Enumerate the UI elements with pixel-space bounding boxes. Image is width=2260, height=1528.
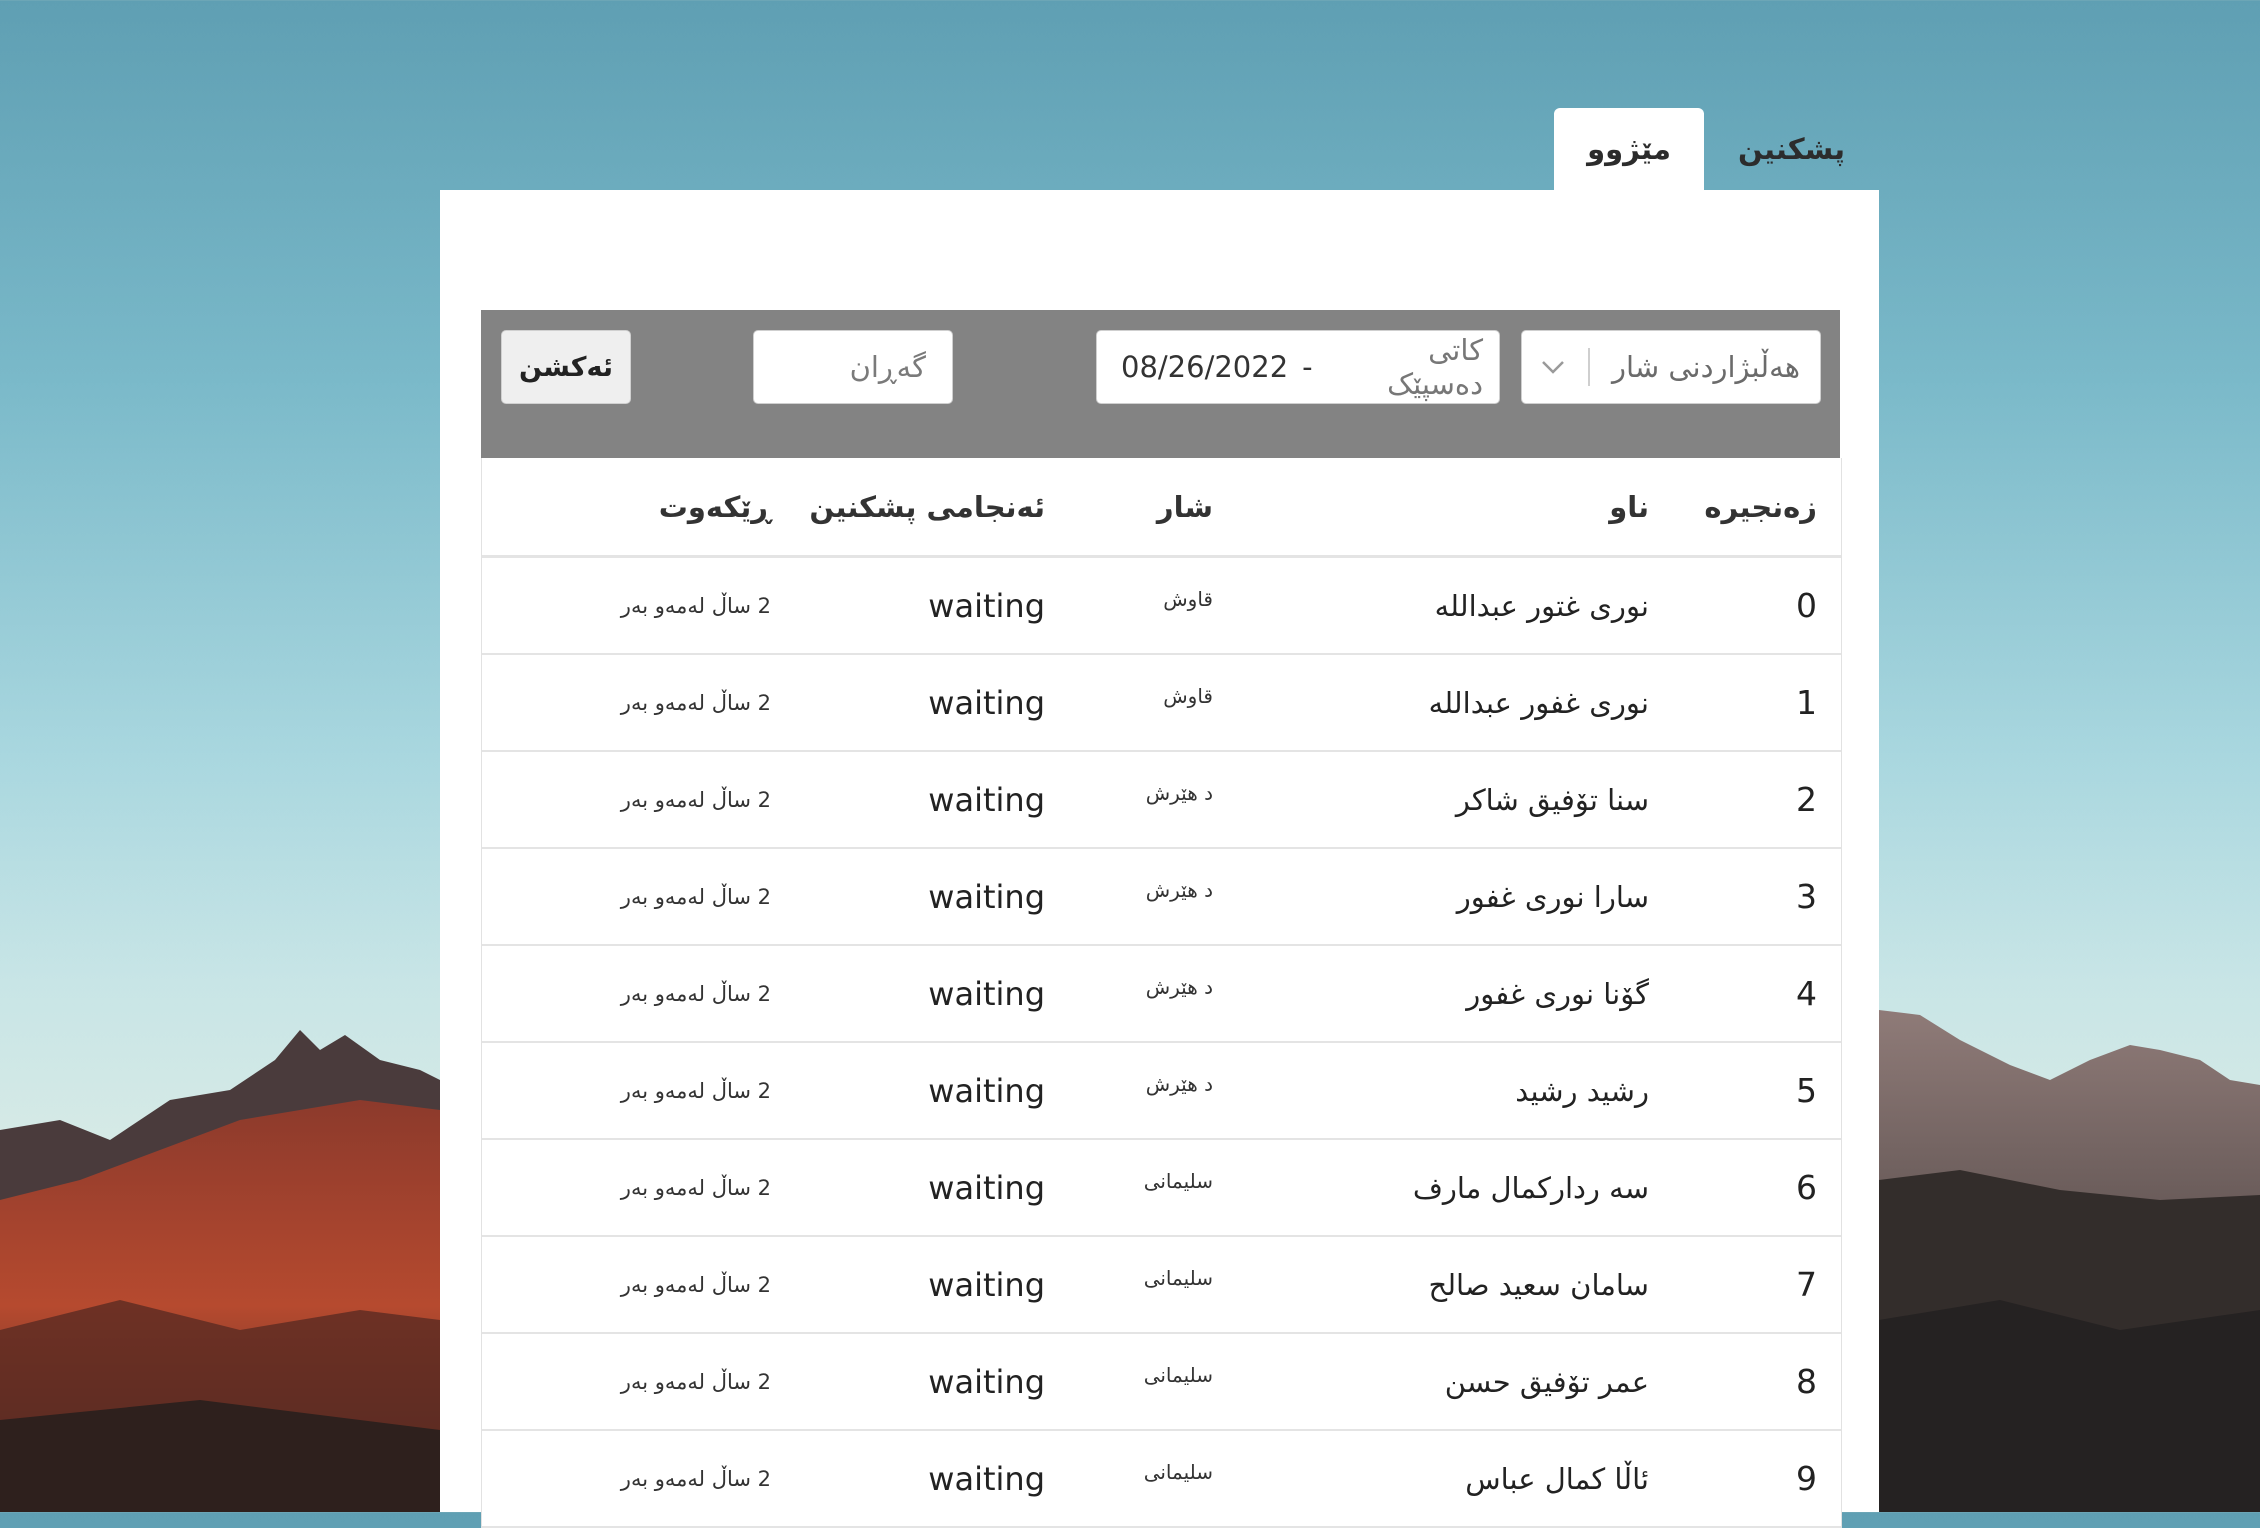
table-row[interactable]: 9 ئاڵا کمال عباس سلیمانی waiting 2 ساڵ لەمەو… [482, 1431, 1841, 1528]
date-separator: - [1302, 350, 1313, 384]
table-row[interactable]: 6 سه ردارکمال مارف سلیمانی waiting 2 ساڵ لەم… [482, 1140, 1841, 1237]
row-city: سلیمانی [1143, 1265, 1213, 1290]
row-index: 3 [1796, 877, 1817, 916]
row-index: 4 [1796, 974, 1817, 1013]
row-city-result: سلیمانی waiting [783, 1363, 1213, 1401]
row-city: قاوش [1163, 586, 1213, 611]
row-name: سارا نوری غفور [1456, 879, 1649, 914]
action-button[interactable]: ئەکشن [501, 330, 631, 404]
row-date: 2 ساڵ لەمەو بەر [620, 1272, 771, 1297]
row-date: 2 ساڵ لەمەو بەر [620, 690, 771, 715]
table-row[interactable]: 0 نوری غتور عبداللە قاوش waiting 2 ساڵ لەمەو… [482, 558, 1841, 655]
tab-bar: پشکنین مێژوو [1554, 108, 1879, 190]
row-index: 8 [1796, 1362, 1817, 1401]
row-city: سلیمانی [1143, 1459, 1213, 1484]
row-index: 5 [1796, 1071, 1817, 1110]
table-row[interactable]: 7 سامان سعید صالح سلیمانی waiting 2 ساڵ لەمە… [482, 1237, 1841, 1334]
table-row[interactable]: 8 عمر تۆفیق حسن سلیمانی waiting 2 ساڵ لەمەو … [482, 1334, 1841, 1431]
row-city: سلیمانی [1143, 1168, 1213, 1193]
filter-toolbar: هەڵبژاردنی شار 08/26/2022 - کاتی دەسپێک … [481, 310, 1840, 458]
header-index: زەنجیرە [1704, 489, 1817, 524]
row-name: سنا تۆفیق شاکر [1455, 782, 1649, 817]
row-result: waiting [928, 877, 1045, 916]
row-index: 7 [1796, 1265, 1817, 1304]
history-table: زەنجیرە ناو شار ئەنجامی پشکنین ڕێکەوت 0 ن… [481, 458, 1842, 1528]
row-city-result: د هێرش waiting [783, 781, 1213, 819]
row-city-result: د هێرش waiting [783, 975, 1213, 1013]
row-result: waiting [928, 586, 1045, 625]
row-city-result: سلیمانی waiting [783, 1460, 1213, 1498]
row-name: ئاڵا کمال عباس [1465, 1461, 1649, 1496]
header-result: ئەنجامی پشکنین [809, 489, 1045, 524]
search-field[interactable] [753, 330, 953, 404]
row-date: 2 ساڵ لەمەو بەر [620, 884, 771, 909]
row-name: نوری غفور عبداللە [1428, 685, 1649, 720]
row-result: waiting [928, 683, 1045, 722]
table-row[interactable]: 5 رشید رشید د هێرش waiting 2 ساڵ لەمەو بەر [482, 1043, 1841, 1140]
row-city-result: قاوش waiting [783, 587, 1213, 625]
date-range-picker[interactable]: 08/26/2022 - کاتی دەسپێک [1096, 330, 1500, 404]
row-result: waiting [928, 1168, 1045, 1207]
row-city-result: سلیمانی waiting [783, 1266, 1213, 1304]
row-date: 2 ساڵ لەمەو بەر [620, 981, 771, 1006]
row-index: 1 [1796, 683, 1817, 722]
table-header-row: زەنجیرە ناو شار ئەنجامی پشکنین ڕێکەوت [482, 458, 1841, 558]
row-name: عمر تۆفیق حسن [1444, 1364, 1649, 1399]
row-city: د هێرش [1145, 780, 1213, 805]
header-city-result: شار ئەنجامی پشکنین [783, 490, 1213, 524]
row-index: 0 [1796, 586, 1817, 625]
row-result: waiting [928, 1362, 1045, 1401]
row-city-result: سلیمانی waiting [783, 1169, 1213, 1207]
date-end-value: 08/26/2022 [1121, 350, 1289, 384]
row-result: waiting [928, 780, 1045, 819]
header-city: شار [1156, 489, 1213, 524]
row-result: waiting [928, 1459, 1045, 1498]
city-select[interactable]: هەڵبژاردنی شار [1521, 330, 1821, 404]
row-date: 2 ساڵ لەمەو بەر [620, 1466, 771, 1491]
row-city: سلیمانی [1143, 1362, 1213, 1387]
row-date: 2 ساڵ لەمەو بەر [620, 787, 771, 812]
row-city-result: د هێرش waiting [783, 878, 1213, 916]
row-index: 2 [1796, 780, 1817, 819]
row-city: د هێرش [1145, 1071, 1213, 1096]
row-city-result: د هێرش waiting [783, 1072, 1213, 1110]
row-name: گۆنا نوری غفور [1466, 976, 1649, 1011]
row-date: 2 ساڵ لەمەو بەر [620, 593, 771, 618]
row-date: 2 ساڵ لەمەو بەر [620, 1078, 771, 1103]
row-city-result: قاوش waiting [783, 684, 1213, 722]
row-name: سامان سعید صالح [1428, 1267, 1649, 1302]
city-select-placeholder: هەڵبژاردنی شار [1611, 350, 1800, 384]
row-result: waiting [928, 1071, 1045, 1110]
tab-history[interactable]: مێژوو [1554, 108, 1704, 190]
select-divider [1588, 348, 1590, 386]
row-date: 2 ساڵ لەمەو بەر [620, 1369, 771, 1394]
header-date: ڕێکەوت [658, 489, 771, 524]
row-name: سه ردارکمال مارف [1412, 1170, 1649, 1205]
header-name: ناو [1609, 489, 1649, 524]
date-start-placeholder: کاتی دەسپێک [1387, 333, 1483, 401]
tab-inspection[interactable]: پشکنین [1704, 108, 1879, 190]
row-index: 6 [1796, 1168, 1817, 1207]
table-row[interactable]: 3 سارا نوری غفور د هێرش waiting 2 ساڵ لەمەو … [482, 849, 1841, 946]
row-index: 9 [1796, 1459, 1817, 1498]
chevron-down-icon[interactable] [1522, 360, 1584, 374]
row-date: 2 ساڵ لەمەو بەر [620, 1175, 771, 1200]
search-input[interactable] [754, 349, 928, 385]
row-name: رشید رشید [1515, 1073, 1649, 1108]
row-city: قاوش [1163, 683, 1213, 708]
table-row[interactable]: 2 سنا تۆفیق شاکر د هێرش waiting 2 ساڵ لەمەو … [482, 752, 1841, 849]
table-row[interactable]: 1 نوری غفور عبداللە قاوش waiting 2 ساڵ لەمەو… [482, 655, 1841, 752]
row-result: waiting [928, 1265, 1045, 1304]
row-city: د هێرش [1145, 974, 1213, 999]
row-city: د هێرش [1145, 877, 1213, 902]
row-result: waiting [928, 974, 1045, 1013]
row-name: نوری غتور عبداللە [1434, 588, 1649, 623]
table-body: 0 نوری غتور عبداللە قاوش waiting 2 ساڵ لەمەو… [482, 558, 1841, 1528]
table-row[interactable]: 4 گۆنا نوری غفور د هێرش waiting 2 ساڵ لەمەو … [482, 946, 1841, 1043]
